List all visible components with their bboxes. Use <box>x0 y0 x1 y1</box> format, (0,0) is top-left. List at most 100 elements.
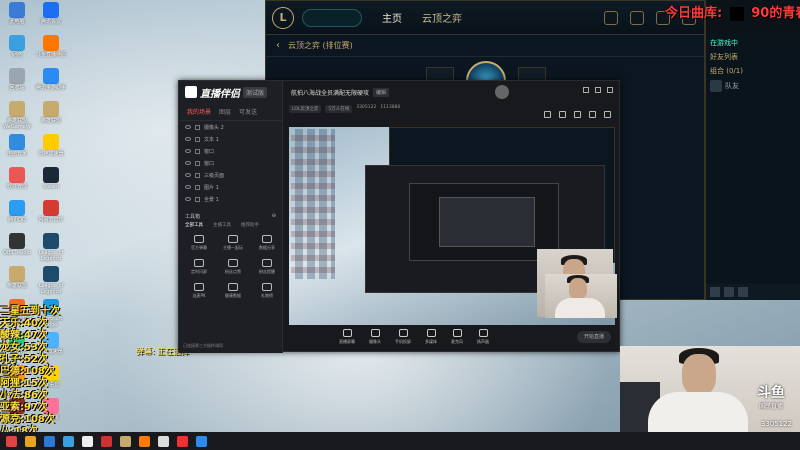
scene-item[interactable]: 三级页面 <box>179 169 282 181</box>
lol-store-icon[interactable] <box>604 10 618 25</box>
app-icon[interactable] <box>177 435 188 447</box>
app-icon[interactable] <box>82 435 93 447</box>
maximize-icon[interactable] <box>595 87 601 93</box>
scene-item[interactable]: 窗口 <box>179 157 282 169</box>
tool-item[interactable]: 数据分享 <box>251 232 283 254</box>
desktop-icon[interactable]: 腾讯手游助手 <box>36 68 66 91</box>
lol-icon[interactable] <box>120 435 131 447</box>
tool-item[interactable]: 礼物榜 <box>251 280 283 302</box>
qq-icon[interactable] <box>44 435 55 447</box>
avatar[interactable] <box>495 85 509 99</box>
eye-icon[interactable] <box>185 149 191 153</box>
tool-item[interactable]: 粉丝点赞 <box>217 256 249 278</box>
desktop-icon[interactable]: 网易云音乐 <box>36 200 66 223</box>
control-button[interactable]: 摄像头 <box>369 329 381 345</box>
desktop-icon[interactable]: 腾讯会议 <box>36 2 66 25</box>
eye-icon[interactable] <box>185 185 191 189</box>
desktop-icon[interactable]: 英雄联盟 <box>36 101 66 124</box>
search-icon[interactable] <box>25 435 36 447</box>
bell-icon[interactable] <box>589 111 596 118</box>
scene-label: 窗口 <box>204 160 215 167</box>
scene-item[interactable]: 文本 1 <box>179 133 282 145</box>
tools-tab-anchor[interactable]: 主播工具 <box>213 222 231 228</box>
desktop-icon[interactable]: League of Legends <box>36 266 66 295</box>
desktop-icon[interactable]: 此电脑 <box>2 2 32 25</box>
tool-item[interactable]: 连麦PK <box>183 280 215 302</box>
browser-icon[interactable] <box>63 435 74 447</box>
app-icon[interactable] <box>196 435 207 447</box>
tab-layers[interactable]: 图层 <box>219 107 231 116</box>
desktop-icon[interactable]: 软件管理 <box>2 167 32 190</box>
tools-more-icon[interactable]: ⊖ <box>272 213 276 220</box>
tab-send[interactable]: 可发送 <box>239 107 257 116</box>
back-arrow-icon[interactable]: ‹ <box>276 40 280 51</box>
desktop-icon[interactable]: 腾讯QQ <box>2 200 32 223</box>
eye-icon[interactable] <box>185 161 191 165</box>
scene-item[interactable]: 窗口 <box>179 145 282 157</box>
webcam-small <box>545 274 617 318</box>
minimize-icon[interactable] <box>583 87 589 93</box>
settings-icon[interactable] <box>738 287 748 297</box>
ranking-row: 源克:108次 <box>0 414 64 426</box>
lol-nav-home[interactable]: 主页 <box>382 10 402 25</box>
share-icon[interactable] <box>604 111 611 118</box>
source-icon <box>195 136 200 142</box>
desktop-icon[interactable]: League of Legends <box>36 233 66 262</box>
tool-item[interactable]: 健康数据 <box>217 280 249 302</box>
desktop-icon[interactable]: 电脑管家 <box>2 134 32 157</box>
desktop-icon[interactable]: OBS Studio <box>2 233 32 256</box>
lol-logo[interactable]: L <box>272 6 294 29</box>
douyu-icon[interactable] <box>139 435 150 447</box>
control-button[interactable]: 直播屏幕 <box>339 329 355 345</box>
desktop-icon[interactable]: 雷神加速器 <box>36 134 66 157</box>
scene-item[interactable]: 摄像头 2 <box>179 121 282 133</box>
friend-item[interactable]: 队友 <box>710 80 796 92</box>
tools-tab-all[interactable]: 全部工具 <box>185 222 203 228</box>
desktop-icon[interactable]: Steam <box>36 167 66 190</box>
helper-sidebar: 直播伴侣 测试版 我的场景 图层 可发送 摄像头 2 文本 1 窗口 窗口 三级页面 图片… <box>179 81 283 353</box>
lol-play-button[interactable] <box>302 8 362 27</box>
message-icon[interactable] <box>574 111 581 118</box>
category-chip[interactable]: LOL云顶之弈 <box>289 105 322 113</box>
eye-icon[interactable] <box>185 137 191 141</box>
control-icon <box>370 329 380 337</box>
eye-icon[interactable] <box>185 197 191 201</box>
app-icon[interactable] <box>101 435 112 447</box>
tools-tab-recommend[interactable]: 推荐助手 <box>241 222 259 228</box>
control-icon <box>398 329 408 337</box>
desktop-icon[interactable]: 英雄联盟 <box>2 266 32 289</box>
app-icon <box>43 134 59 150</box>
desktop-icon[interactable]: 网络 <box>2 35 32 58</box>
tool-item[interactable]: 定时闪屏 <box>183 256 215 278</box>
control-button[interactable]: 手机投屏 <box>395 329 411 345</box>
lol-profile-icon[interactable] <box>630 10 644 25</box>
tool-item[interactable]: 官方弹幕 <box>183 232 215 254</box>
scene-item[interactable]: 图片 1 <box>179 181 282 193</box>
control-button[interactable]: 多媒体 <box>425 329 437 345</box>
desktop-icon[interactable]: 回收站 <box>2 68 32 91</box>
scene-label: 摄像头 2 <box>204 124 224 131</box>
tool-item[interactable]: 粉丝提醒 <box>251 256 283 278</box>
desktop-icon[interactable]: 英雄联盟WeGame版 <box>2 101 32 130</box>
eye-icon[interactable] <box>185 125 191 129</box>
friend-group[interactable]: 组合 (0/1) <box>710 66 796 76</box>
app-icon[interactable] <box>158 435 169 447</box>
tool-icon <box>262 283 272 291</box>
eye-icon[interactable] <box>185 173 191 177</box>
chat-icon[interactable] <box>710 287 720 297</box>
control-button[interactable]: 扬声器 <box>477 329 489 345</box>
control-button[interactable]: 麦克风 <box>451 329 463 345</box>
start-live-button[interactable]: 开始直播 <box>577 331 611 343</box>
gift-icon[interactable] <box>544 111 551 118</box>
tab-scenes[interactable]: 我的场景 <box>187 107 211 116</box>
start-icon[interactable] <box>6 435 17 447</box>
add-friend-icon[interactable] <box>724 287 734 297</box>
scene-item[interactable]: 全景 1 <box>179 193 282 205</box>
desktop-icon[interactable]: 斗鱼直播伴侣 <box>36 35 66 58</box>
lock-icon[interactable] <box>559 111 566 118</box>
edit-title-button[interactable]: 编辑 <box>373 87 390 97</box>
lol-nav-tft[interactable]: 云顶之弈 <box>422 10 462 25</box>
tool-item[interactable]: 主播一起玩 <box>217 232 249 254</box>
helper-version: 测试版 <box>243 86 268 98</box>
close-icon[interactable] <box>607 87 613 93</box>
